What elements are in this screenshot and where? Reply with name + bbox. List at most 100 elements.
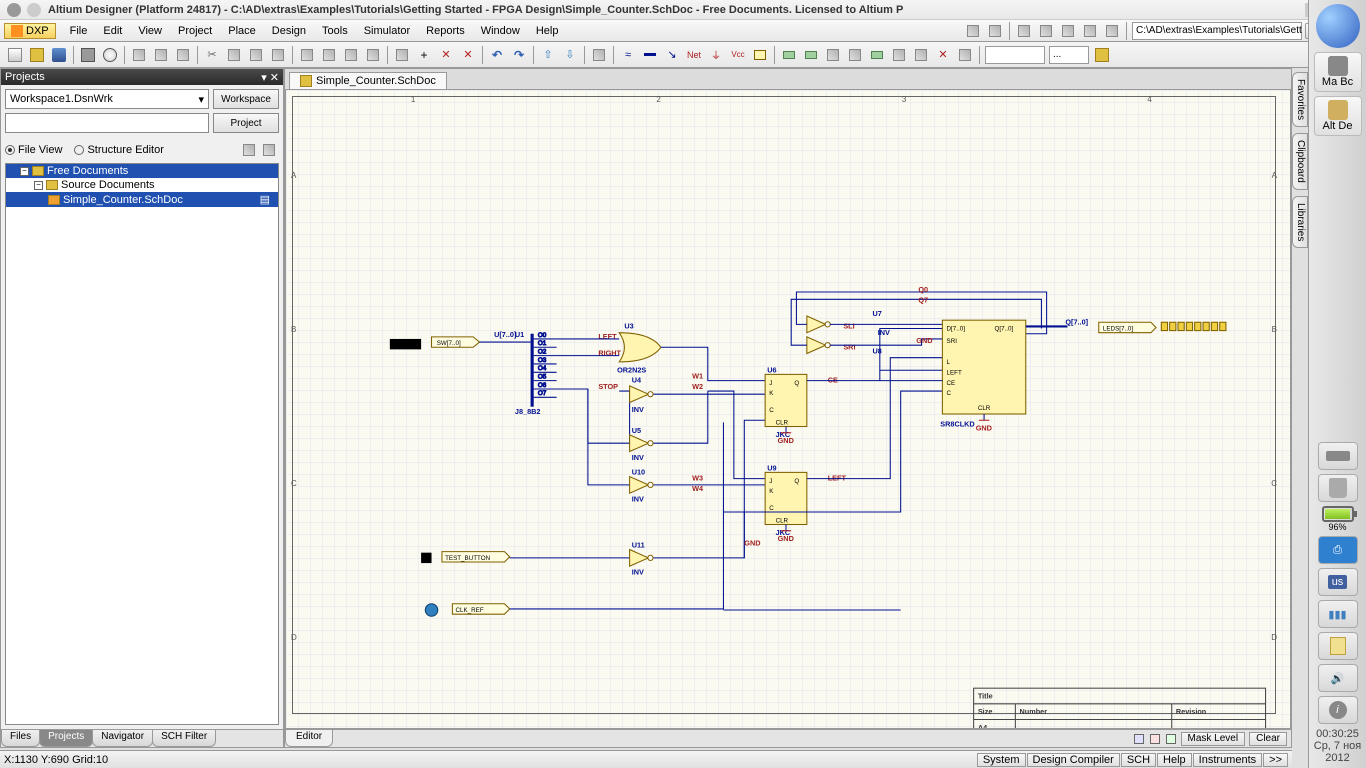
directive-icon[interactable] xyxy=(911,45,931,65)
tray-trash-icon[interactable] xyxy=(1318,474,1358,502)
zoom-fit-icon[interactable] xyxy=(129,45,149,65)
tb-dropdown-icon[interactable] xyxy=(985,21,1005,41)
layer-field-1[interactable] xyxy=(985,46,1045,64)
tray-volume-icon[interactable]: 🔊 xyxy=(1318,664,1358,692)
tray-usb-icon[interactable]: ⎙ xyxy=(1318,536,1358,564)
harness-icon[interactable] xyxy=(845,45,865,65)
part-icon[interactable] xyxy=(750,45,770,65)
status-sch[interactable]: SCH xyxy=(1121,753,1156,767)
globe-icon[interactable] xyxy=(1316,4,1360,48)
hierarchy-down-icon[interactable]: ⇩ xyxy=(560,45,580,65)
zoom-area-icon[interactable] xyxy=(151,45,171,65)
sheet-symbol-icon[interactable] xyxy=(779,45,799,65)
vcc-icon[interactable]: Vcc xyxy=(728,45,748,65)
tree-schdoc[interactable]: Simple_Counter.SchDoc ▤ xyxy=(6,192,278,207)
panel-opt1-icon[interactable] xyxy=(240,141,258,159)
workspace-combo[interactable]: Workspace1.DsnWrk▾ xyxy=(5,89,209,109)
noErc-icon[interactable]: ✕ xyxy=(933,45,953,65)
tray-clock[interactable]: 00:30:25 Ср, 7 ноя 2012 xyxy=(1314,728,1362,764)
panel-close-icon[interactable]: ▾ ✕ xyxy=(261,71,279,84)
file-view-radio[interactable]: File View xyxy=(5,144,62,156)
preview-icon[interactable] xyxy=(100,45,120,65)
rubber-stamp-icon[interactable] xyxy=(268,45,288,65)
device-sheet-icon[interactable] xyxy=(823,45,843,65)
zoom-select-icon[interactable] xyxy=(173,45,193,65)
sheet-entry-icon[interactable] xyxy=(801,45,821,65)
tb-dropdown-icon[interactable] xyxy=(1102,21,1122,41)
menu-edit[interactable]: Edit xyxy=(95,23,130,39)
tb-dropdown-icon[interactable] xyxy=(1014,21,1034,41)
schematic-canvas[interactable]: 1 2 3 4 A B C D A B C D SW[7..0] U[7..0]… xyxy=(285,89,1291,729)
status-help[interactable]: Help xyxy=(1157,753,1192,767)
dxp-button[interactable]: DXP xyxy=(4,23,56,39)
bus-icon[interactable] xyxy=(640,45,660,65)
structure-editor-radio[interactable]: Structure Editor xyxy=(74,144,163,156)
text-frame-icon[interactable] xyxy=(955,45,975,65)
tray-lang[interactable]: us xyxy=(1318,568,1358,596)
menu-project[interactable]: Project xyxy=(170,23,220,39)
vtab-libraries[interactable]: Libraries xyxy=(1292,196,1308,248)
mask-preview-icon[interactable] xyxy=(1150,734,1160,744)
project-field[interactable] xyxy=(5,113,209,133)
select-all-icon[interactable] xyxy=(297,45,317,65)
wire-icon[interactable]: ≈ xyxy=(618,45,638,65)
move-icon[interactable] xyxy=(319,45,339,65)
cross-probe-icon[interactable]: ✕ xyxy=(436,45,456,65)
cut-icon[interactable]: ✂ xyxy=(202,45,222,65)
redo-icon[interactable]: ↷ xyxy=(509,45,529,65)
path-field[interactable]: C:\AD\extras\Examples\Tutorials\Gett xyxy=(1132,22,1302,40)
grid-icon[interactable] xyxy=(392,45,412,65)
menu-reports[interactable]: Reports xyxy=(418,23,473,39)
mask-level-button[interactable]: Mask Level xyxy=(1181,732,1246,746)
undo-icon[interactable]: ↶ xyxy=(487,45,507,65)
tray-info-icon[interactable]: i xyxy=(1318,696,1358,724)
tray-app2[interactable]: Alt De xyxy=(1314,96,1362,136)
menu-help[interactable]: Help xyxy=(528,23,567,39)
menu-simulator[interactable]: Simulator xyxy=(356,23,418,39)
tab-files[interactable]: Files xyxy=(1,730,40,747)
copy-icon[interactable] xyxy=(224,45,244,65)
tab-editor[interactable]: Editor xyxy=(285,730,333,747)
bus-entry-icon[interactable]: ↘ xyxy=(662,45,682,65)
battery-indicator[interactable]: 96% xyxy=(1314,506,1362,532)
menu-file[interactable]: File xyxy=(62,23,96,39)
mask-preview-icon[interactable] xyxy=(1166,734,1176,744)
offsheet-icon[interactable] xyxy=(889,45,909,65)
status-design-compiler[interactable]: Design Compiler xyxy=(1027,753,1120,767)
browse-icon[interactable] xyxy=(1092,45,1112,65)
cross-select-icon[interactable]: ✕ xyxy=(458,45,478,65)
deselect-icon[interactable] xyxy=(341,45,361,65)
status-system[interactable]: System xyxy=(977,753,1026,767)
open-icon[interactable] xyxy=(27,45,47,65)
gnd-icon[interactable]: ⏚ xyxy=(706,45,726,65)
new-icon[interactable] xyxy=(5,45,25,65)
clear-icon[interactable] xyxy=(363,45,383,65)
tray-network-icon[interactable]: ▮▮▮ xyxy=(1318,600,1358,628)
pin-icon[interactable] xyxy=(27,3,41,17)
tab-projects[interactable]: Projects xyxy=(39,730,93,747)
tray-drive-icon[interactable] xyxy=(1318,442,1358,470)
workspace-button[interactable]: Workspace xyxy=(213,89,279,109)
tb-dropdown-icon[interactable] xyxy=(1036,21,1056,41)
menu-tools[interactable]: Tools xyxy=(314,23,356,39)
vtab-favorites[interactable]: Favorites xyxy=(1292,72,1308,127)
menu-design[interactable]: Design xyxy=(264,23,314,39)
status-instruments[interactable]: Instruments xyxy=(1193,753,1262,767)
port-icon[interactable] xyxy=(867,45,887,65)
tree-source-documents[interactable]: −Source Documents xyxy=(6,178,278,192)
tab-navigator[interactable]: Navigator xyxy=(92,730,153,747)
layer-field-2[interactable]: ... xyxy=(1049,46,1089,64)
project-button[interactable]: Project xyxy=(213,113,279,133)
paste-icon[interactable] xyxy=(246,45,266,65)
tb-dropdown-icon[interactable] xyxy=(1080,21,1100,41)
menu-window[interactable]: Window xyxy=(473,23,528,39)
tab-sch-filter[interactable]: SCH Filter xyxy=(152,730,216,747)
tray-notes-icon[interactable] xyxy=(1318,632,1358,660)
tray-app1[interactable]: Ma Bc xyxy=(1314,52,1362,92)
project-tree[interactable]: −Free Documents −Source Documents Simple… xyxy=(5,163,279,725)
hierarchy-up-icon[interactable]: ⇧ xyxy=(538,45,558,65)
panel-opt2-icon[interactable] xyxy=(260,141,278,159)
vtab-clipboard[interactable]: Clipboard xyxy=(1292,133,1308,190)
tree-free-documents[interactable]: −Free Documents xyxy=(6,164,278,178)
file-tab-schdoc[interactable]: Simple_Counter.SchDoc xyxy=(289,72,447,89)
